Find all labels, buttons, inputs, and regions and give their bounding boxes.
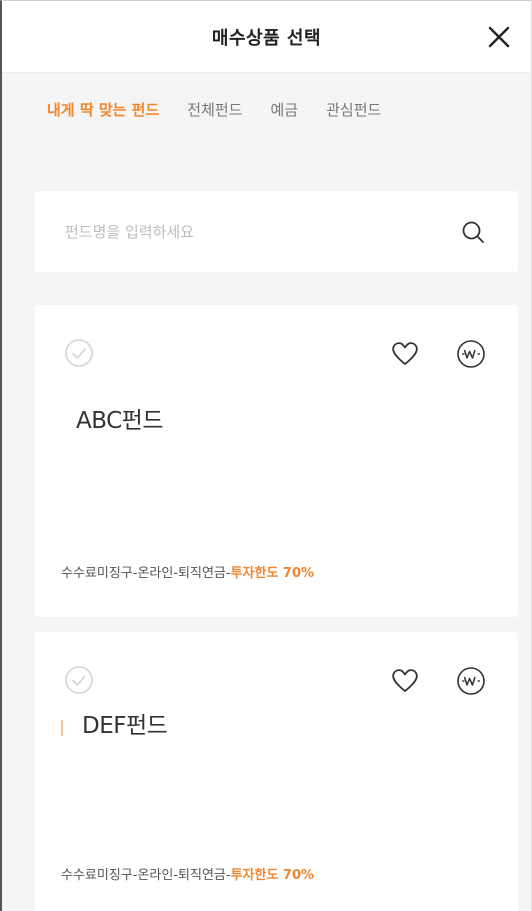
search-input[interactable]	[65, 216, 445, 247]
content-area: 내게 딱 맞는 펀드 전체펀드 예금 관심펀드 펀드명을 입력하세요 ABC펀드…	[2, 73, 531, 911]
fund-desc-prefix: 수수료미징구-온라인-퇴직연금-	[61, 868, 231, 883]
won-coin-icon[interactable]	[455, 665, 487, 697]
fund-card[interactable]: DEF펀드 수수료미징구-온라인-퇴직연금-투자한도 70%	[35, 632, 518, 911]
fund-name: ABC펀드	[76, 408, 164, 434]
fund-description: 수수료미징구-온라인-퇴직연금-투자한도 70%	[61, 562, 314, 581]
check-circle-icon[interactable]	[63, 337, 95, 369]
won-coin-icon[interactable]	[455, 338, 487, 370]
tab-deposit[interactable]: 예금	[270, 99, 298, 120]
fund-name: DEF펀드	[82, 713, 168, 739]
tab-recommended[interactable]: 내게 딱 맞는 펀드	[47, 99, 159, 120]
fund-description: 수수료미징구-온라인-퇴직연금-투자한도 70%	[61, 864, 314, 883]
search-icon[interactable]	[460, 219, 486, 245]
header: 매수상품 선택	[2, 1, 531, 73]
close-icon[interactable]	[485, 23, 513, 51]
fund-card[interactable]: ABC펀드 수수료미징구-온라인-퇴직연금-투자한도 70%	[35, 305, 518, 617]
page-title: 매수상품 선택	[211, 27, 322, 49]
fund-desc-prefix: 수수료미징구-온라인-퇴직연금-	[61, 566, 231, 581]
heart-icon[interactable]	[390, 666, 420, 694]
app-frame: 매수상품 선택 내게 딱 맞는 펀드 전체펀드 예금 관심펀드 펀드명을 입력하…	[0, 0, 532, 911]
accent-mark	[61, 720, 63, 736]
investment-limit: 투자한도 70%	[230, 868, 315, 883]
investment-limit: 투자한도 70%	[230, 566, 315, 581]
tab-bar: 내게 딱 맞는 펀드 전체펀드 예금 관심펀드	[47, 99, 409, 120]
tab-all-funds[interactable]: 전체펀드	[187, 99, 242, 120]
search-box	[35, 191, 518, 272]
check-circle-icon[interactable]	[63, 664, 95, 696]
heart-icon[interactable]	[390, 339, 420, 367]
tab-favorite-funds[interactable]: 관심펀드	[326, 99, 381, 120]
